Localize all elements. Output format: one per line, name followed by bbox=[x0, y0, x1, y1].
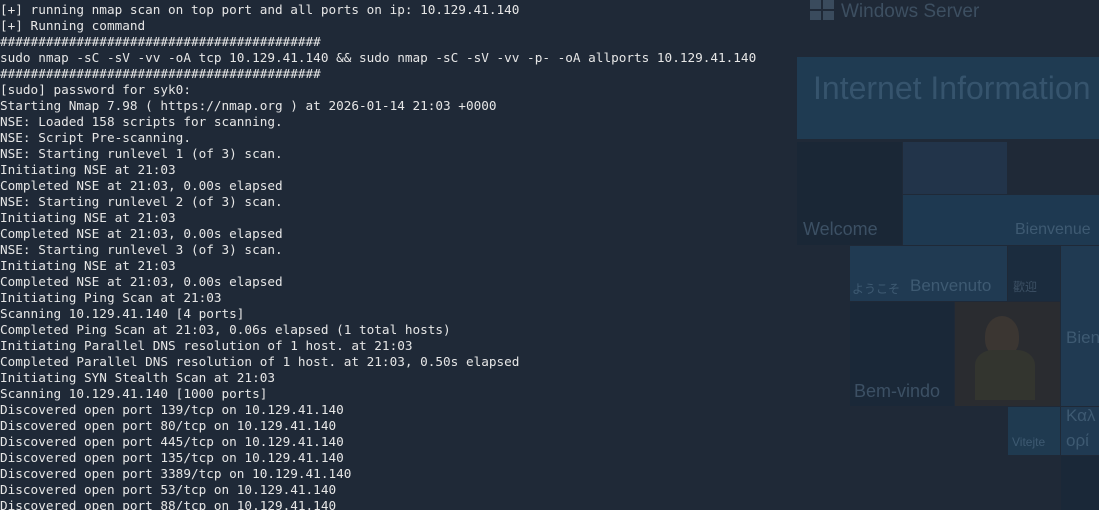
terminal-line: Completed NSE at 21:03, 0.00s elapsed bbox=[0, 178, 283, 193]
terminal-output[interactable]: [+] running nmap scan on top port and al… bbox=[0, 0, 1099, 510]
terminal-line: NSE: Starting runlevel 2 (of 3) scan. bbox=[0, 194, 283, 209]
terminal-line: Scanning 10.129.41.140 [1000 ports] bbox=[0, 386, 268, 401]
terminal-line: Initiating NSE at 21:03 bbox=[0, 258, 176, 273]
terminal-line: Completed Parallel DNS resolution of 1 h… bbox=[0, 354, 520, 369]
terminal-line: [sudo] password for syk0: bbox=[0, 82, 191, 97]
terminal-line: Initiating Parallel DNS resolution of 1 … bbox=[0, 338, 413, 353]
terminal-line: Discovered open port 80/tcp on 10.129.41… bbox=[0, 418, 337, 433]
terminal-line: Completed NSE at 21:03, 0.00s elapsed bbox=[0, 274, 283, 289]
terminal-line: Initiating Ping Scan at 21:03 bbox=[0, 290, 222, 305]
terminal-line: Completed Ping Scan at 21:03, 0.06s elap… bbox=[0, 322, 451, 337]
terminal-line: Initiating SYN Stealth Scan at 21:03 bbox=[0, 370, 275, 385]
terminal-line: Discovered open port 445/tcp on 10.129.4… bbox=[0, 434, 344, 449]
terminal-line: Initiating NSE at 21:03 bbox=[0, 162, 176, 177]
terminal-line: NSE: Script Pre-scanning. bbox=[0, 130, 191, 145]
terminal-line: ########################################… bbox=[0, 34, 321, 49]
terminal-line: Discovered open port 135/tcp on 10.129.4… bbox=[0, 450, 344, 465]
terminal-line: NSE: Starting runlevel 1 (of 3) scan. bbox=[0, 146, 283, 161]
terminal-line: Discovered open port 139/tcp on 10.129.4… bbox=[0, 402, 344, 417]
terminal-line: Discovered open port 88/tcp on 10.129.41… bbox=[0, 498, 337, 510]
terminal-line: sudo nmap -sC -sV -vv -oA tcp 10.129.41.… bbox=[0, 50, 757, 65]
terminal-line: [+] Running command bbox=[0, 18, 146, 33]
terminal-line: Starting Nmap 7.98 ( https://nmap.org ) … bbox=[0, 98, 497, 113]
terminal-line: [+] running nmap scan on top port and al… bbox=[0, 2, 520, 17]
terminal-line: NSE: Loaded 158 scripts for scanning. bbox=[0, 114, 283, 129]
terminal-line: Initiating NSE at 21:03 bbox=[0, 210, 176, 225]
terminal-line: Completed NSE at 21:03, 0.00s elapsed bbox=[0, 226, 283, 241]
terminal-line: Discovered open port 3389/tcp on 10.129.… bbox=[0, 466, 352, 481]
terminal-window[interactable]: Windows Server Internet Information Welc… bbox=[0, 0, 1099, 510]
terminal-line: NSE: Starting runlevel 3 (of 3) scan. bbox=[0, 242, 283, 257]
terminal-line: ########################################… bbox=[0, 66, 321, 81]
terminal-line: Scanning 10.129.41.140 [4 ports] bbox=[0, 306, 245, 321]
terminal-line: Discovered open port 53/tcp on 10.129.41… bbox=[0, 482, 337, 497]
